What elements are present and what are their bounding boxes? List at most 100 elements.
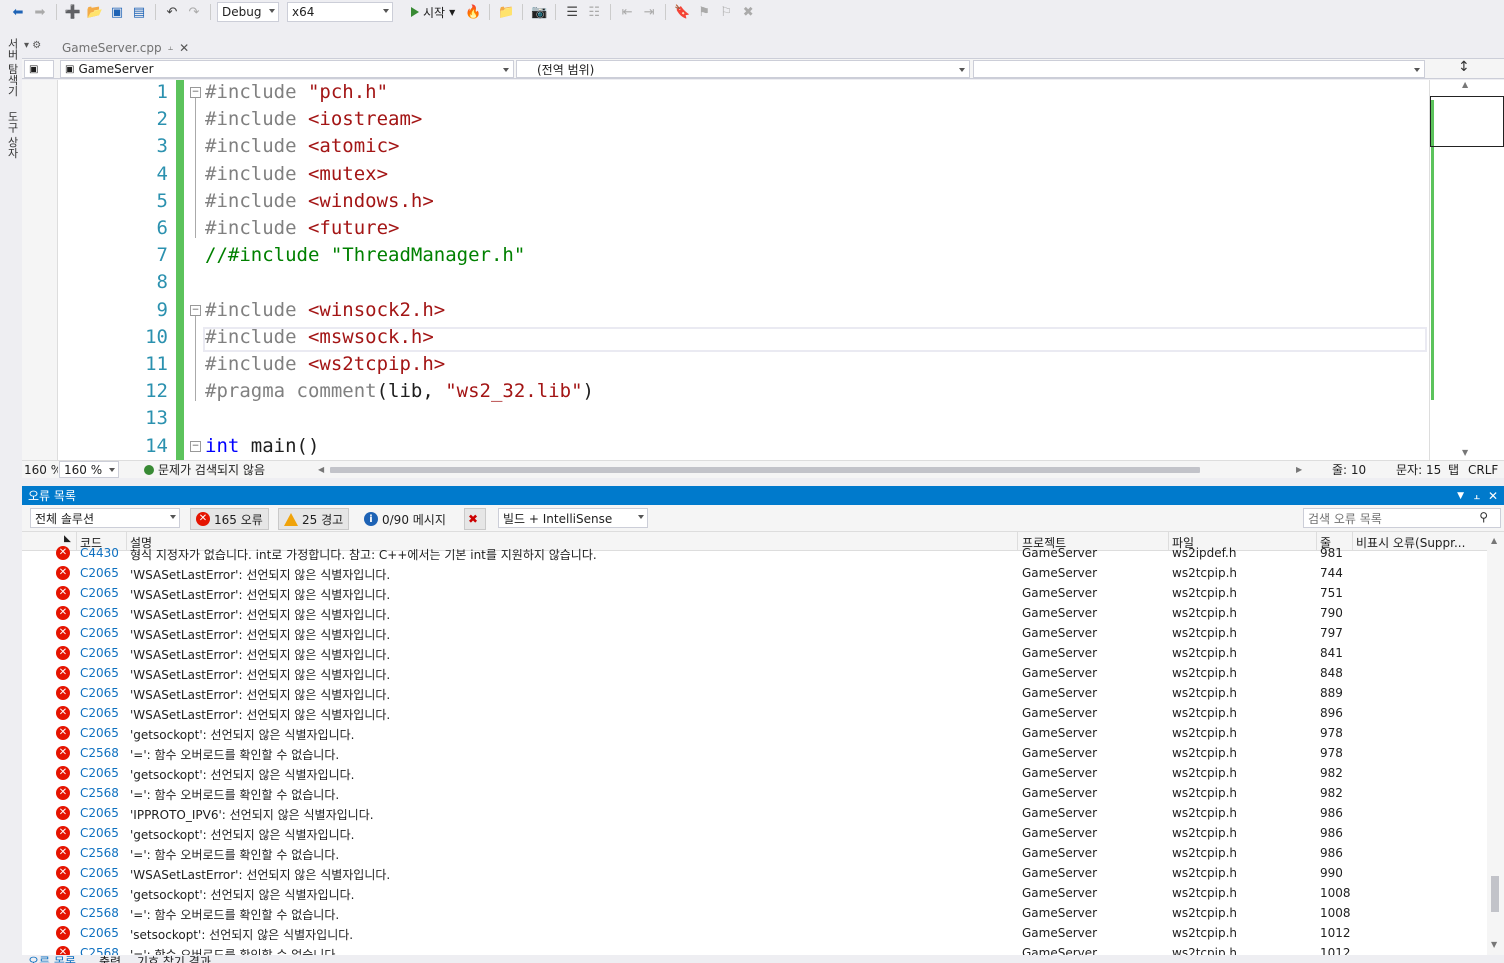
error-code-link[interactable]: C2065 — [80, 706, 119, 720]
error-code-link[interactable]: C2568 — [80, 846, 119, 860]
horizontal-scrollbar[interactable] — [330, 467, 1200, 473]
split-editor-icon[interactable]: ↕ — [1458, 59, 1470, 75]
minimap-viewport[interactable] — [1430, 96, 1504, 147]
messages-filter-button[interactable]: i 0/90 메시지 — [358, 508, 452, 530]
bottom-tab[interactable]: 오류 목록 — [28, 955, 76, 963]
fold-collapse-icon[interactable]: − — [190, 304, 201, 316]
back-icon[interactable]: ⬅ — [8, 2, 28, 22]
hscroll-right-icon[interactable]: ▶ — [1296, 465, 1302, 474]
search-input[interactable]: 검색 오류 목록 ⚲ — [1303, 508, 1501, 528]
error-code-link[interactable]: C2065 — [80, 686, 119, 700]
error-code-link[interactable]: C2065 — [80, 666, 119, 680]
code-line[interactable]: #include <winsock2.h> — [205, 297, 445, 324]
table-row[interactable]: ✕ C2568 '=': 함수 오버로드를 확인할 수 없습니다. GameServe… — [22, 843, 1487, 863]
project-select[interactable]: ▣ GameServer — [60, 60, 514, 78]
code-line[interactable]: #pragma comment(lib, "ws2_32.lib") — [205, 378, 594, 405]
error-code-link[interactable]: C2065 — [80, 826, 119, 840]
class-view-icon[interactable]: ☷ — [584, 2, 604, 22]
scope-select[interactable]: 전체 솔루션 — [30, 508, 180, 528]
new-project-icon[interactable]: ➕ — [63, 2, 83, 22]
table-row[interactable]: ✕ C2065 'WSASetLastError': 선언되지 않은 식별자입니다.… — [22, 663, 1487, 683]
undo-icon[interactable]: ↶ — [162, 2, 182, 22]
member-select[interactable] — [973, 60, 1425, 78]
outdent-icon[interactable]: ⇤ — [617, 2, 637, 22]
code-line[interactable]: #include <mutex> — [205, 161, 388, 188]
table-row[interactable]: ✕ C2065 'IPPROTO_IPV6': 선언되지 않은 식별자입니다. Gam… — [22, 803, 1487, 823]
table-row[interactable]: ✕ C2568 '=': 함수 오버로드를 확인할 수 없습니다. GameServe… — [22, 783, 1487, 803]
table-row[interactable]: ✕ C4430 형식 지정자가 없습니다. int로 가정합니다. 참고: C++에… — [22, 543, 1487, 563]
error-code-link[interactable]: C2065 — [80, 726, 119, 740]
scroll-down-icon[interactable]: ▼ — [1491, 940, 1497, 949]
file-scope-select[interactable]: ▣ — [24, 60, 54, 78]
forward-icon[interactable]: ➡ — [30, 2, 50, 22]
eol-indicator[interactable]: CRLF — [1468, 463, 1498, 477]
table-row[interactable]: ✕ C2065 'WSASetLastError': 선언되지 않은 식별자입니다.… — [22, 863, 1487, 883]
error-code-link[interactable]: C2065 — [80, 566, 119, 580]
scroll-thumb[interactable] — [1491, 876, 1499, 912]
hot-reload-icon[interactable]: 🔥 — [463, 2, 483, 22]
bottom-tab[interactable]: 출력 — [99, 955, 121, 963]
code-line[interactable]: int main() — [205, 433, 319, 460]
table-row[interactable]: ✕ C2568 '=': 함수 오버로드를 확인할 수 없습니다. GameServe… — [22, 743, 1487, 763]
clear-bookmarks-icon[interactable]: ✖ — [738, 2, 758, 22]
prev-bookmark-icon[interactable]: ⚑ — [694, 2, 714, 22]
error-code-link[interactable]: C2065 — [80, 586, 119, 600]
config-select[interactable]: Debug — [217, 2, 279, 22]
bottom-tab[interactable]: 기호 찾기 결과 — [137, 955, 211, 963]
solution-explorer-icon[interactable]: ☰ — [562, 2, 582, 22]
table-row[interactable]: ✕ C2065 'WSASetLastError': 선언되지 않은 식별자입니다.… — [22, 583, 1487, 603]
error-list-vertical-scrollbar[interactable]: ▲ ▼ — [1487, 532, 1504, 955]
indent-icon[interactable]: ⇥ — [639, 2, 659, 22]
char-indicator[interactable]: 문자: 15 — [1396, 461, 1441, 478]
zoom-select[interactable]: 160 % — [59, 461, 119, 478]
code-editor[interactable]: 1 2 3 4 5 6 7 8 9 10 11 12 13 14 #include "pch.h" #inc… — [22, 80, 1504, 460]
error-code-link[interactable]: C2065 — [80, 886, 119, 900]
platform-select[interactable]: x64 — [287, 2, 393, 22]
fold-collapse-icon[interactable]: − — [190, 440, 201, 452]
code-line[interactable]: #include "pch.h" — [205, 80, 388, 106]
folder-icon[interactable]: 📁 — [496, 2, 516, 22]
tab-gameserver-cpp[interactable]: GameServer.cpp ⫠ ✕ — [62, 38, 189, 58]
close-icon[interactable]: ✕ — [179, 41, 189, 55]
pin-icon[interactable]: ⫠ — [1473, 489, 1480, 503]
toolbox-tab[interactable]: 도구 상자 — [4, 111, 20, 159]
scroll-down-icon[interactable]: ▼ — [1462, 448, 1468, 457]
error-code-link[interactable]: C2065 — [80, 806, 119, 820]
errors-filter-button[interactable]: ✕ 165 오류 — [190, 508, 269, 530]
save-all-icon[interactable]: ▤ — [129, 2, 149, 22]
table-row[interactable]: ✕ C2065 'WSASetLastError': 선언되지 않은 식별자입니다.… — [22, 703, 1487, 723]
fold-collapse-icon[interactable]: − — [190, 87, 201, 98]
table-row[interactable]: ✕ C2065 'getsockopt': 선언되지 않은 식별자입니다. GameS… — [22, 723, 1487, 743]
scope-select[interactable]: (전역 범위) — [516, 60, 970, 78]
code-line[interactable]: //#include "ThreadManager.h" — [205, 242, 525, 269]
table-row[interactable]: ✕ C2065 'WSASetLastError': 선언되지 않은 식별자입니다.… — [22, 643, 1487, 663]
scroll-up-icon[interactable]: ▲ — [1462, 80, 1468, 89]
error-code-link[interactable]: C2065 — [80, 926, 119, 940]
table-row[interactable]: ✕ C2065 'WSASetLastError': 선언되지 않은 식별자입니다.… — [22, 683, 1487, 703]
error-code-link[interactable]: C2568 — [80, 786, 119, 800]
error-code-link[interactable]: C2568 — [80, 746, 119, 760]
error-code-link[interactable]: C2568 — [80, 906, 119, 920]
close-icon[interactable]: ✕ — [1488, 489, 1498, 503]
clear-filter-button[interactable]: ✖ — [464, 508, 486, 530]
code-line[interactable]: #include <future> — [205, 215, 399, 242]
code-line[interactable]: #include <atomic> — [205, 133, 399, 160]
warnings-filter-button[interactable]: 25 경고 — [278, 508, 350, 530]
code-line[interactable]: #include <iostream> — [205, 106, 422, 133]
code-line[interactable]: #include <mswsock.h> — [205, 324, 434, 351]
save-icon[interactable]: ▣ — [107, 2, 127, 22]
error-code-link[interactable]: C2065 — [80, 646, 119, 660]
build-filter-select[interactable]: 빌드 + IntelliSense — [498, 508, 648, 528]
issues-indicator[interactable]: 문제가 검색되지 않음 — [144, 461, 265, 478]
error-code-link[interactable]: C2568 — [80, 946, 119, 955]
redo-icon[interactable]: ↷ — [184, 2, 204, 22]
table-row[interactable]: ✕ C2065 'getsockopt': 선언되지 않은 식별자입니다. GameS… — [22, 823, 1487, 843]
tab-indicator[interactable]: 탭 — [1448, 461, 1459, 478]
scroll-up-icon[interactable]: ▲ — [1491, 536, 1497, 545]
error-code-link[interactable]: C2065 — [80, 626, 119, 640]
server-explorer-tab[interactable]: 서버 탐색기 — [4, 38, 20, 97]
table-row[interactable]: ✕ C2065 'setsockopt': 선언되지 않은 식별자입니다. GameS… — [22, 923, 1487, 943]
code-line[interactable]: #include <windows.h> — [205, 188, 434, 215]
pin-icon[interactable]: ⫠ — [168, 43, 173, 53]
next-bookmark-icon[interactable]: ⚐ — [716, 2, 736, 22]
